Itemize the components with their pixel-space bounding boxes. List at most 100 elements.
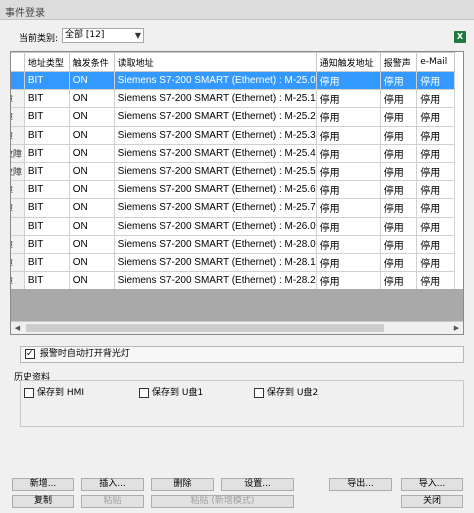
save-to-usb2-option[interactable]: 保存到 U盘2 — [254, 385, 318, 398]
row-header[interactable]: 障 — [11, 234, 25, 254]
address-type-cell[interactable]: BIT — [23, 107, 70, 127]
export-button[interactable]: 导出... — [329, 478, 392, 491]
scroll-left-icon[interactable]: ◀ — [11, 322, 24, 334]
read-address-cell[interactable]: Siemens S7-200 SMART (Ethernet) : M-25.2 — [113, 107, 317, 127]
table-row[interactable]: 障BITONSiemens S7-200 SMART (Ethernet) : … — [11, 107, 455, 127]
address-type-cell[interactable]: BIT — [23, 143, 70, 163]
trigger-condition-cell[interactable]: ON — [68, 143, 115, 163]
email-cell[interactable]: 停用 — [416, 216, 455, 236]
trigger-condition-cell[interactable]: ON — [68, 180, 115, 200]
table-row[interactable]: 障BITONSiemens S7-200 SMART (Ethernet) : … — [11, 234, 455, 254]
read-address-cell[interactable]: Siemens S7-200 SMART (Ethernet) : M-25.6 — [113, 180, 317, 200]
save-to-hmi-checkbox[interactable] — [24, 387, 34, 398]
alarm-sound-cell[interactable]: 停用 — [379, 143, 418, 163]
email-cell[interactable]: 停用 — [416, 198, 455, 218]
row-header[interactable] — [11, 70, 25, 91]
read-address-cell[interactable]: Siemens S7-200 SMART (Ethernet) : M-25.1 — [113, 89, 317, 109]
scroll-thumb[interactable] — [26, 324, 384, 332]
new-button[interactable]: 新增... — [12, 478, 74, 491]
column-header-email[interactable]: e-Mail — [416, 52, 455, 72]
read-address-cell[interactable]: Siemens S7-200 SMART (Ethernet) : M-25.0 — [113, 70, 317, 91]
column-header-address-type[interactable]: 地址类型 — [23, 52, 70, 72]
email-cell[interactable]: 停用 — [416, 180, 455, 200]
trigger-condition-cell[interactable]: ON — [68, 70, 115, 91]
notify-address-cell[interactable]: 停用 — [315, 252, 381, 273]
table-row[interactable]: BIT ON Siemens S7-200 SMART (Ethernet) : M… — [11, 70, 455, 91]
category-select[interactable]: 全部 [12] ▼ — [62, 28, 144, 43]
column-header-read-address[interactable]: 读取地址 — [113, 52, 317, 72]
trigger-condition-cell[interactable]: ON — [68, 216, 115, 236]
read-address-cell[interactable]: Siemens S7-200 SMART (Ethernet) : M-26.0 — [113, 216, 317, 236]
save-to-hmi-option[interactable]: 保存到 HMI — [24, 385, 84, 398]
notify-address-cell[interactable]: 停用 — [315, 161, 381, 182]
notify-address-cell[interactable]: 停用 — [315, 216, 381, 236]
notify-address-cell[interactable]: 停用 — [315, 180, 381, 200]
table-row[interactable]: 障BITONSiemens S7-200 SMART (Ethernet) : … — [11, 125, 455, 145]
address-type-cell[interactable]: BIT — [23, 234, 70, 254]
paste-append-button[interactable]: 粘贴 (新增模式) — [151, 495, 294, 508]
address-type-cell[interactable]: BIT — [23, 198, 70, 218]
row-header[interactable]: 故障 — [11, 161, 25, 182]
table-row[interactable]: 障BITONSiemens S7-200 SMART (Ethernet) : … — [11, 252, 455, 273]
notify-address-cell[interactable]: 停用 — [315, 234, 381, 254]
address-type-cell[interactable]: BIT — [23, 89, 70, 109]
read-address-cell[interactable]: Siemens S7-200 SMART (Ethernet) : M-25.5 — [113, 161, 317, 182]
table-row[interactable]: 故障BITONSiemens S7-200 SMART (Ethernet) :… — [11, 161, 455, 182]
email-cell[interactable]: 停用 — [416, 252, 455, 273]
email-cell[interactable]: 停用 — [416, 271, 455, 291]
alarm-sound-cell[interactable]: 停用 — [379, 271, 418, 291]
row-header[interactable]: 障 — [11, 180, 25, 200]
row-header[interactable]: 障 — [11, 198, 25, 218]
row-header[interactable]: 障 — [11, 271, 25, 291]
read-address-cell[interactable]: Siemens S7-200 SMART (Ethernet) : M-28.1 — [113, 252, 317, 273]
address-type-cell[interactable]: BIT — [23, 271, 70, 291]
address-type-cell[interactable]: BIT — [23, 180, 70, 200]
alarm-sound-cell[interactable]: 停用 — [379, 107, 418, 127]
table-row[interactable]: 障BITONSiemens S7-200 SMART (Ethernet) : … — [11, 198, 455, 218]
alarm-sound-cell[interactable]: 停用 — [379, 89, 418, 109]
email-cell[interactable]: 停用 — [416, 125, 455, 145]
read-address-cell[interactable]: Siemens S7-200 SMART (Ethernet) : M-25.7 — [113, 198, 317, 218]
paste-button[interactable]: 粘贴 — [81, 495, 144, 508]
table-row[interactable]: 障BITONSiemens S7-200 SMART (Ethernet) : … — [11, 271, 455, 291]
alarm-sound-cell[interactable]: 停用 — [379, 234, 418, 254]
row-header[interactable]: 故障 — [11, 143, 25, 163]
copy-button[interactable]: 复制 — [12, 495, 74, 508]
trigger-condition-cell[interactable]: ON — [68, 107, 115, 127]
row-header[interactable]: 障 — [11, 252, 25, 273]
row-header[interactable]: 障 — [11, 125, 25, 145]
scroll-right-icon[interactable]: ▶ — [450, 322, 463, 334]
trigger-condition-cell[interactable]: ON — [68, 234, 115, 254]
row-header[interactable]: 障 — [11, 89, 25, 109]
table-row[interactable]: 障BITONSiemens S7-200 SMART (Ethernet) : … — [11, 180, 455, 200]
address-type-cell[interactable]: BIT — [23, 70, 70, 91]
email-cell[interactable]: 停用 — [416, 161, 455, 182]
notify-address-cell[interactable]: 停用 — [315, 143, 381, 163]
table-row[interactable]: 障BITONSiemens S7-200 SMART (Ethernet) : … — [11, 89, 455, 109]
trigger-condition-cell[interactable]: ON — [68, 198, 115, 218]
notify-address-cell[interactable]: 停用 — [315, 125, 381, 145]
column-header-notify-address[interactable]: 通知触发地址 — [315, 52, 381, 72]
alarm-sound-cell[interactable]: 停用 — [379, 180, 418, 200]
trigger-condition-cell[interactable]: ON — [68, 252, 115, 273]
save-to-usb1-checkbox[interactable] — [139, 387, 149, 398]
auto-backlight-option[interactable]: 报警时自动打开背光灯 — [20, 346, 464, 363]
excel-export-icon[interactable]: X — [454, 31, 466, 43]
alarm-sound-cell[interactable]: 停用 — [379, 161, 418, 182]
read-address-cell[interactable]: Siemens S7-200 SMART (Ethernet) : M-25.3 — [113, 125, 317, 145]
read-address-cell[interactable]: Siemens S7-200 SMART (Ethernet) : M-28.2 — [113, 271, 317, 291]
notify-address-cell[interactable]: 停用 — [315, 271, 381, 291]
alarm-sound-cell[interactable]: 停用 — [379, 252, 418, 273]
address-type-cell[interactable]: BIT — [23, 252, 70, 273]
row-header[interactable]: 障 — [11, 107, 25, 127]
save-to-usb1-option[interactable]: 保存到 U盘1 — [139, 385, 203, 398]
auto-backlight-checkbox[interactable] — [25, 347, 35, 362]
column-header-alarm-sound[interactable]: 报警声 — [379, 52, 418, 72]
email-cell[interactable]: 停用 — [416, 234, 455, 254]
trigger-condition-cell[interactable]: ON — [68, 161, 115, 182]
notify-address-cell[interactable]: 停用 — [315, 70, 381, 91]
insert-button[interactable]: 插入... — [81, 478, 144, 491]
address-type-cell[interactable]: BIT — [23, 216, 70, 236]
alarm-sound-cell[interactable]: 停用 — [379, 70, 418, 91]
horizontal-scrollbar[interactable]: ◀ ▶ — [11, 321, 463, 334]
